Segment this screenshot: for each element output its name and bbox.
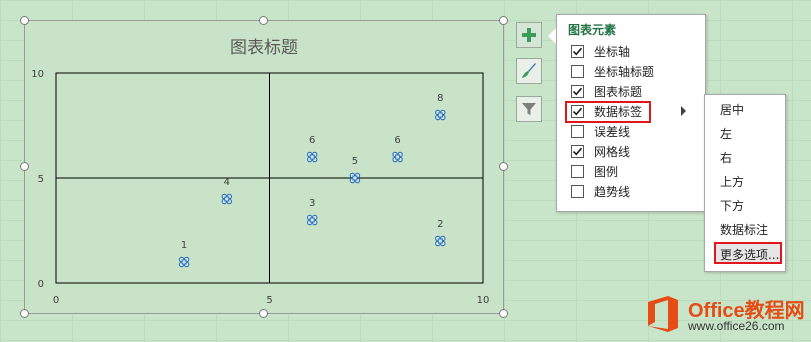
data-label: 1 [181, 240, 187, 251]
watermark-url: www.office26.com [688, 319, 785, 333]
data-point[interactable] [435, 235, 446, 247]
chart-filters-button[interactable] [516, 96, 542, 122]
element-label: 网格线 [594, 144, 631, 159]
data-label: 6 [394, 135, 400, 146]
resize-handle-top-right[interactable] [499, 16, 508, 25]
label-position-item[interactable]: 数据标注 [720, 221, 768, 238]
checkbox-checked[interactable] [571, 44, 584, 58]
data-point[interactable] [306, 214, 318, 226]
label-position-item[interactable]: 下方 [720, 197, 744, 214]
check-icon [572, 47, 583, 55]
scatter-plot: 0 5 10 0 5 10 1 4 3 6 5 6 2 8 [31, 69, 490, 306]
data-point[interactable] [221, 193, 233, 205]
x-tick-label: 10 [477, 295, 490, 306]
submenu-arrow-icon[interactable] [681, 106, 686, 116]
resize-handle-bottom-right[interactable] [499, 309, 508, 318]
data-label: 8 [437, 93, 443, 104]
plus-icon [522, 28, 536, 42]
data-label: 5 [352, 156, 358, 167]
element-label: 图例 [594, 164, 619, 179]
watermark: Office教程网 www.office26.com [644, 292, 808, 340]
checkbox-unchecked[interactable] [571, 184, 584, 198]
resize-handle-bottom-center[interactable] [259, 309, 268, 318]
data-label: 4 [224, 177, 230, 188]
resize-handle-top-center[interactable] [259, 16, 268, 25]
check-icon [572, 87, 583, 95]
data-point[interactable] [435, 109, 446, 121]
chart-styles-button[interactable] [516, 58, 542, 84]
element-item[interactable]: 坐标轴 [557, 41, 705, 61]
element-item[interactable]: 图例 [557, 161, 705, 181]
element-item[interactable]: 图表标题 [557, 81, 705, 101]
resize-handle-bottom-left[interactable] [20, 309, 29, 318]
office-logo-icon [648, 296, 678, 332]
y-tick-label: 5 [38, 174, 44, 185]
resize-handle-middle-right[interactable] [499, 162, 508, 171]
data-point[interactable] [349, 172, 361, 184]
element-label: 坐标轴标题 [594, 64, 655, 79]
y-tick-label: 0 [38, 279, 44, 290]
element-label: 图表标题 [594, 84, 643, 99]
more-options-item[interactable]: 更多选项... [714, 242, 782, 264]
checkbox-unchecked[interactable] [571, 64, 584, 78]
panel-pointer [548, 28, 556, 44]
checkbox-checked[interactable] [571, 144, 584, 158]
data-label: 2 [437, 219, 443, 230]
data-label: 6 [309, 135, 315, 146]
checkbox-unchecked[interactable] [571, 124, 584, 138]
data-point[interactable] [178, 256, 190, 268]
data-point[interactable] [392, 151, 403, 163]
checkbox-checked[interactable] [571, 84, 584, 98]
label-position-item[interactable]: 右 [720, 149, 732, 166]
label-position-item[interactable]: 左 [720, 125, 732, 142]
brush-icon [522, 63, 536, 78]
y-tick-label: 10 [31, 69, 44, 80]
data-point[interactable] [306, 151, 318, 163]
check-icon [572, 147, 583, 155]
filter-icon [522, 103, 536, 115]
data-label: 3 [309, 198, 315, 209]
element-label: 趋势线 [594, 184, 631, 199]
element-item[interactable]: 趋势线 [557, 181, 705, 201]
x-tick-label: 5 [266, 295, 272, 306]
checkbox-checked[interactable] [571, 104, 584, 118]
panel-title: 图表元素 [568, 23, 617, 37]
label-position-item[interactable]: 居中 [720, 101, 744, 118]
element-label: 坐标轴 [594, 44, 631, 59]
element-label: 误差线 [594, 124, 631, 139]
resize-handle-middle-left[interactable] [20, 162, 29, 171]
chart-elements-button[interactable] [516, 22, 542, 48]
chart-area[interactable]: 图表标题 0 5 10 0 5 10 1 4 3 6 5 6 2 8 [24, 20, 504, 314]
checkbox-unchecked[interactable] [571, 164, 584, 178]
element-item[interactable]: 坐标轴标题 [557, 61, 705, 81]
check-icon [572, 107, 583, 115]
label-position-item[interactable]: 上方 [720, 173, 744, 190]
element-item[interactable]: 网格线 [557, 141, 705, 161]
element-label: 数据标签 [594, 104, 643, 119]
more-options-label: 更多选项... [720, 248, 780, 262]
resize-handle-top-left[interactable] [20, 16, 29, 25]
x-tick-label: 0 [53, 295, 59, 306]
element-item[interactable]: 误差线 [557, 121, 705, 141]
